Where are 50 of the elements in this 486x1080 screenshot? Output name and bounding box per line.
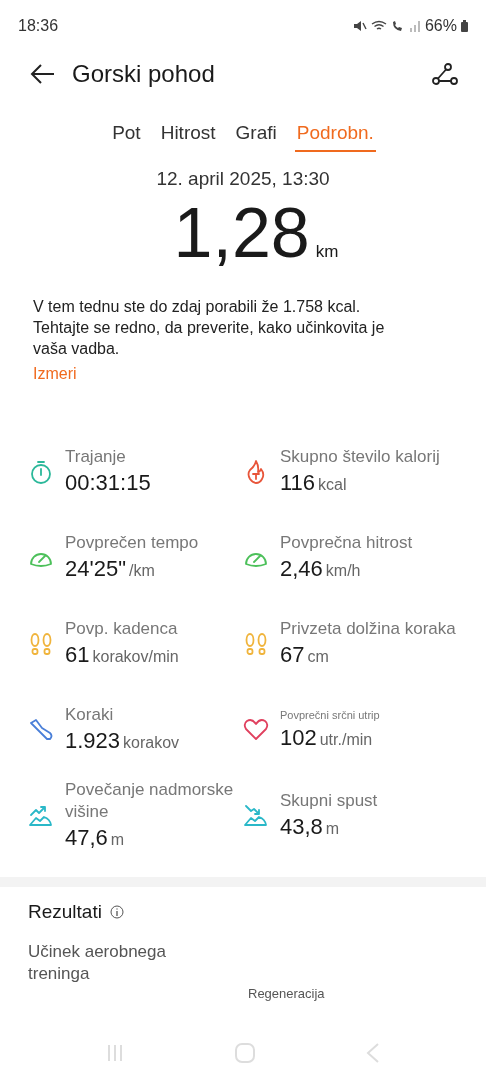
metric-unit: m <box>110 831 125 849</box>
status-time: 18:36 <box>18 17 59 35</box>
metric-value: 116 <box>280 469 316 497</box>
metric-unit: km/h <box>325 562 361 580</box>
metric-label: Povprečni srčni utrip <box>280 708 380 723</box>
metric-label: Povprečna hitrost <box>280 532 413 554</box>
metric-value: 47,6 <box>65 824 108 852</box>
metric-unit: cm <box>307 648 329 666</box>
route-icon[interactable] <box>432 63 458 85</box>
battery-percent: 66% <box>424 17 457 35</box>
tab[interactable]: Grafi <box>233 118 279 152</box>
metric-label: Skupni spust <box>280 790 378 812</box>
metric-label: Povečanje nadmorske višine <box>65 779 235 823</box>
calorie-note: V tem tednu ste do zdaj porabili že 1.758 kcal. Tehtajte se redno, da preverite, kako učinkovita je vaša vadba. <box>33 297 386 359</box>
metric-value: 2,46 <box>280 555 323 583</box>
metric-unit: kcal <box>318 476 347 494</box>
metric-value: 1.923 <box>65 727 121 755</box>
tab[interactable]: Hitrost <box>158 118 218 152</box>
section-title: Rezultati <box>28 901 102 923</box>
metric-unit: /km <box>128 562 155 580</box>
metric-value: 24'25" <box>65 555 126 583</box>
battery-icon <box>461 20 468 32</box>
metric-unit: m <box>325 820 340 838</box>
info-icon[interactable] <box>109 905 124 919</box>
phone-icon <box>390 20 405 32</box>
metric-unit: korakov/min <box>92 648 179 666</box>
distance-value: 1,28 <box>173 193 310 274</box>
metric-label: Trajanje <box>65 446 127 468</box>
metric-value: 00:31:15 <box>65 469 151 497</box>
tab[interactable]: Pot <box>110 118 143 152</box>
workout-date: 12. april 2025, 13:30 <box>155 168 331 190</box>
back-arrow-icon[interactable] <box>30 64 56 84</box>
signal-icon <box>408 20 421 32</box>
result-label: Regeneracija <box>248 986 325 1001</box>
metric-label: Koraki <box>65 704 115 726</box>
page-title: Gorski pohod <box>72 60 216 88</box>
metric-label: Povp. kadenca <box>65 618 179 640</box>
metric-value: 43,8 <box>280 813 323 841</box>
metric-value: 67 <box>280 641 305 669</box>
metric-label: Skupno število kalorij <box>280 446 440 468</box>
metric-unit: korakov <box>123 734 180 752</box>
metric-value: 61 <box>65 641 90 669</box>
metric-label: Povprečen tempo <box>65 532 199 554</box>
wifi-icon <box>370 20 387 32</box>
metric-unit: utr./min <box>319 731 373 749</box>
mute-icon <box>352 20 367 32</box>
metric-label: Privzeta dolžina koraka <box>280 618 456 640</box>
result-label: Učinek aerobnega treninga <box>28 941 167 985</box>
metric-value: 102 <box>280 724 317 752</box>
distance-unit: km <box>315 242 339 262</box>
